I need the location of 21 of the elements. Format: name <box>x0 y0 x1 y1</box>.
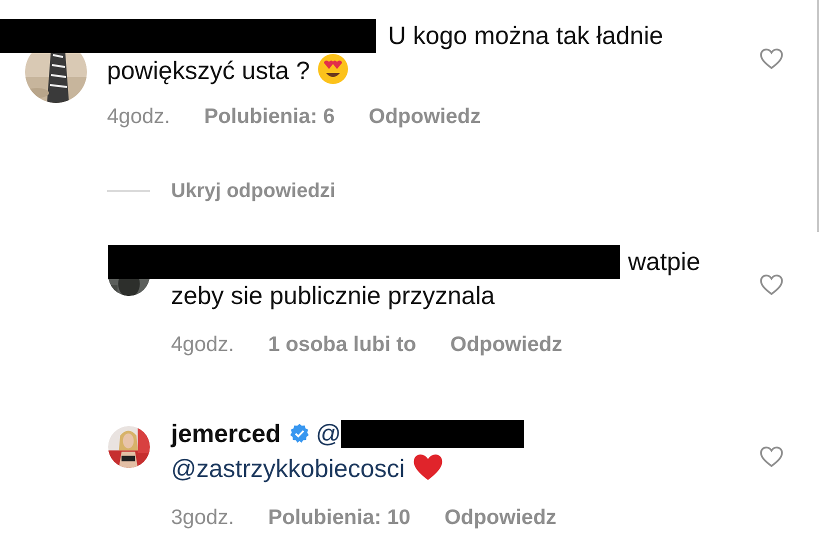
timestamp: 4godz. <box>107 105 170 129</box>
heart-icon[interactable] <box>759 446 784 468</box>
hide-replies-link[interactable]: Ukryj odpowiedzi <box>171 179 336 203</box>
likes-count[interactable]: Polubienia: 6 <box>204 105 335 129</box>
likes-count[interactable]: 1 osoba lubi to <box>268 333 416 357</box>
comment-text: powiększyć usta ? <box>107 57 310 85</box>
comment-text: watpie <box>628 248 700 276</box>
likes-count[interactable]: Polubienia: 10 <box>268 506 410 530</box>
username[interactable]: jemerced <box>171 420 281 448</box>
timestamp: 4godz. <box>171 333 234 357</box>
heart-icon[interactable] <box>759 48 784 70</box>
timestamp: 3godz. <box>171 506 234 530</box>
heart-eyes-emoji-icon <box>316 53 349 85</box>
reply-link[interactable]: Odpowiedz <box>450 333 562 357</box>
reply-link[interactable]: Odpowiedz <box>368 105 481 129</box>
comment-text: zeby sie publicznie przyznala <box>171 282 495 310</box>
heart-icon[interactable] <box>759 274 784 296</box>
reply-link[interactable]: Odpowiedz <box>444 506 556 530</box>
comment-text: U kogo można tak ładnie <box>388 22 664 50</box>
mention-link[interactable]: @ <box>316 420 342 448</box>
mention-link[interactable]: @zastrzykkobiecosci <box>171 455 405 483</box>
